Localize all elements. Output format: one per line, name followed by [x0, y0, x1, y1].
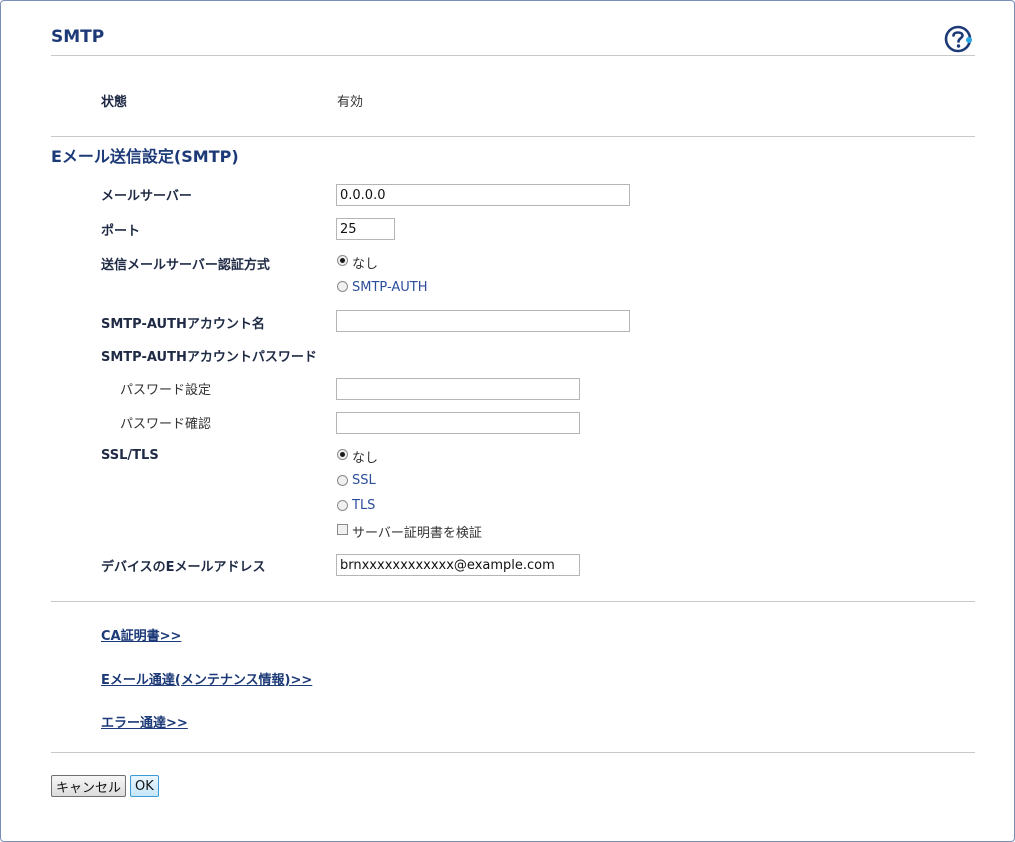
divider	[51, 601, 975, 602]
status-label: 状態	[101, 95, 128, 110]
auth-account-input[interactable]	[336, 310, 630, 332]
smtp-settings-page: SMTP 状態 有効 Eメール送信設定(SMTP) メールサーバー ポート 送信…	[0, 0, 1015, 842]
status-value: 有効	[337, 95, 364, 110]
auth-smtp-auth-label: SMTP-AUTH	[352, 280, 428, 295]
password-confirm-label: パスワード確認	[120, 417, 212, 432]
auth-method-label: 送信メールサーバー認証方式	[101, 258, 270, 273]
email-report-link[interactable]: Eメール通達(メンテナンス情報)>>	[101, 669, 312, 688]
mail-server-input[interactable]	[336, 184, 630, 206]
ok-button[interactable]: OK	[130, 775, 159, 797]
divider	[51, 136, 975, 137]
mail-server-label: メールサーバー	[101, 189, 192, 204]
ssl-tls-radio[interactable]	[337, 500, 348, 511]
port-label: ポート	[101, 224, 141, 239]
verify-cert-label: サーバー証明書を検証	[352, 526, 482, 541]
password-set-input[interactable]	[336, 378, 580, 400]
divider	[51, 55, 975, 56]
auth-none-radio[interactable]	[337, 255, 348, 266]
auth-none-label: なし	[352, 257, 379, 272]
error-report-link[interactable]: エラー通達>>	[101, 712, 188, 731]
page-title: SMTP	[51, 27, 105, 47]
password-set-label: パスワード設定	[120, 383, 212, 398]
help-question-icon[interactable]	[943, 25, 973, 53]
ssl-ssl-label: SSL	[352, 473, 376, 488]
verify-cert-checkbox[interactable]	[337, 524, 348, 535]
auth-smtp-auth-radio[interactable]	[337, 281, 348, 292]
divider	[51, 752, 975, 753]
device-email-label: デバイスのEメールアドレス	[101, 560, 266, 575]
ssl-tls-label: SSL/TLS	[101, 448, 159, 463]
ssl-none-radio[interactable]	[337, 449, 348, 460]
ssl-tls-option-label: TLS	[352, 498, 376, 513]
password-confirm-input[interactable]	[336, 412, 580, 434]
ssl-none-label: なし	[352, 451, 379, 466]
auth-password-label: SMTP-AUTHアカウントパスワード	[101, 350, 317, 365]
auth-account-label: SMTP-AUTHアカウント名	[101, 317, 265, 332]
cancel-button[interactable]: キャンセル	[51, 775, 127, 797]
device-email-input[interactable]	[336, 554, 580, 576]
ssl-ssl-radio[interactable]	[337, 475, 348, 486]
section-title: Eメール送信設定(SMTP)	[51, 147, 239, 166]
ca-cert-link[interactable]: CA証明書>>	[101, 625, 181, 644]
port-input[interactable]	[336, 218, 395, 240]
